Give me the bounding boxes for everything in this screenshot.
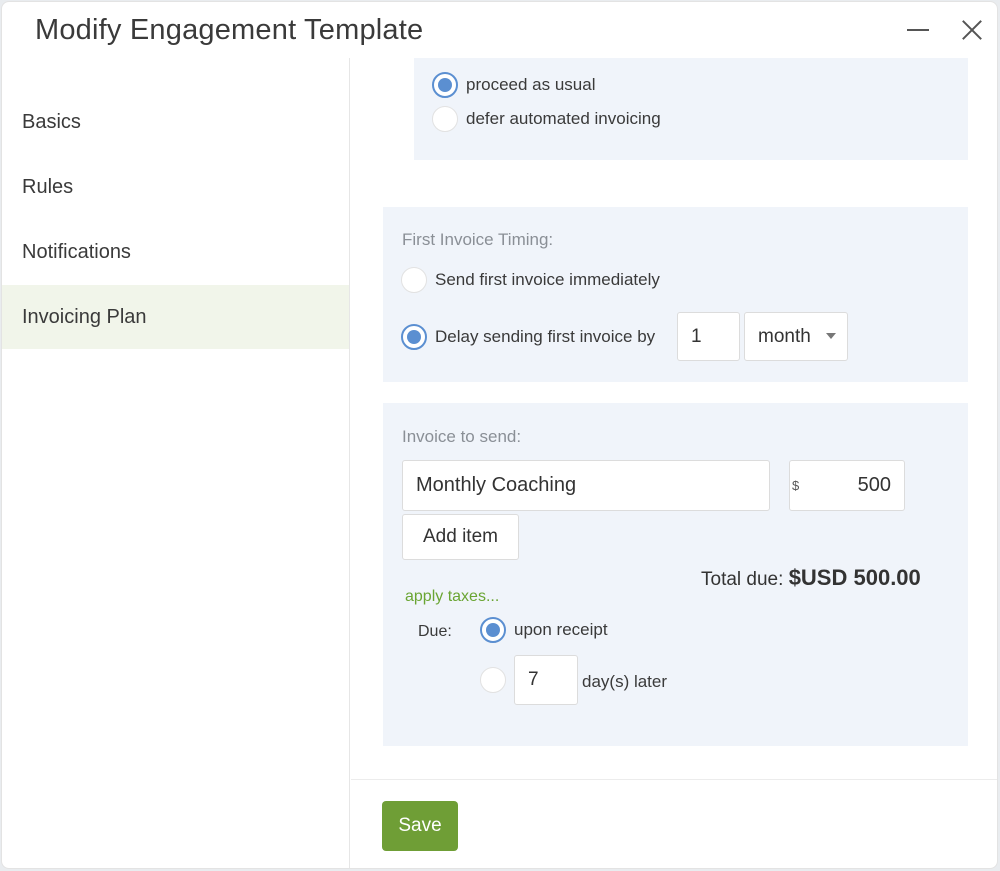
invoice-to-send-panel: Invoice to send: Monthly Coaching $ 500 … bbox=[383, 403, 968, 746]
total-due: Total due: $USD 500.00 bbox=[701, 565, 921, 591]
defer-invoicing-option[interactable]: defer automated invoicing bbox=[432, 106, 661, 132]
dialog-footer: Save bbox=[351, 779, 997, 868]
proceed-as-usual-option[interactable]: proceed as usual bbox=[432, 72, 595, 98]
main-content: proceed as usual defer automated invoici… bbox=[351, 58, 997, 779]
sidebar-item-rules[interactable]: Rules bbox=[2, 155, 349, 219]
sidebar-item-notifications[interactable]: Notifications bbox=[2, 220, 349, 284]
save-button[interactable]: Save bbox=[382, 801, 458, 851]
delay-unit-select[interactable]: month bbox=[744, 312, 848, 361]
chevron-down-icon bbox=[826, 333, 836, 339]
defer-invoicing-radio[interactable] bbox=[432, 106, 458, 132]
proceed-as-usual-label: proceed as usual bbox=[466, 75, 596, 94]
total-due-label: Total due: bbox=[701, 569, 784, 590]
send-immediately-radio[interactable] bbox=[401, 267, 427, 293]
minimize-icon[interactable] bbox=[900, 12, 936, 48]
sidebar-item-invoicing-plan[interactable]: Invoicing Plan bbox=[2, 285, 349, 349]
delay-unit-value: month bbox=[758, 325, 811, 347]
due-upon-receipt-label: upon receipt bbox=[514, 620, 608, 639]
due-days-later-label: day(s) later bbox=[582, 672, 668, 691]
first-invoice-timing-label: First Invoice Timing: bbox=[402, 230, 554, 249]
modify-engagement-dialog: Modify Engagement Template Basics Rules … bbox=[1, 1, 998, 869]
delay-first-invoice-radio[interactable] bbox=[401, 324, 427, 350]
proceed-as-usual-radio[interactable] bbox=[432, 72, 458, 98]
send-immediately-label: Send first invoice immediately bbox=[435, 270, 660, 289]
due-upon-receipt-option[interactable]: upon receipt bbox=[480, 617, 608, 643]
delay-first-invoice-label: Delay sending first invoice by bbox=[435, 327, 656, 346]
invoice-to-send-label: Invoice to send: bbox=[402, 427, 522, 446]
add-item-button[interactable]: Add item bbox=[402, 514, 519, 560]
due-days-later-radio[interactable] bbox=[480, 667, 506, 693]
close-icon[interactable] bbox=[954, 12, 990, 48]
automated-invoicing-panel: proceed as usual defer automated invoici… bbox=[414, 58, 968, 160]
defer-invoicing-label: defer automated invoicing bbox=[466, 109, 661, 128]
due-label: Due: bbox=[418, 623, 452, 640]
delay-first-invoice-option[interactable]: Delay sending first invoice by bbox=[401, 324, 655, 350]
currency-symbol: $ bbox=[792, 478, 800, 493]
due-upon-receipt-radio[interactable] bbox=[480, 617, 506, 643]
due-days-input[interactable]: 7 bbox=[514, 655, 578, 705]
sidebar: Basics Rules Notifications Invoicing Pla… bbox=[2, 58, 350, 868]
total-due-value: $USD 500.00 bbox=[788, 565, 921, 590]
invoice-item-amount-input[interactable]: $ 500 bbox=[789, 460, 905, 511]
invoice-item-name-input[interactable]: Monthly Coaching bbox=[402, 460, 770, 511]
first-invoice-timing-panel: First Invoice Timing: Send first invoice… bbox=[383, 207, 968, 382]
sidebar-item-basics[interactable]: Basics bbox=[2, 90, 349, 154]
delay-amount-input[interactable]: 1 bbox=[677, 312, 740, 361]
invoice-item-amount-value: 500 bbox=[857, 474, 891, 496]
apply-taxes-link[interactable]: apply taxes... bbox=[405, 588, 499, 606]
dialog-title: Modify Engagement Template bbox=[35, 14, 424, 46]
send-immediately-option[interactable]: Send first invoice immediately bbox=[401, 267, 660, 293]
